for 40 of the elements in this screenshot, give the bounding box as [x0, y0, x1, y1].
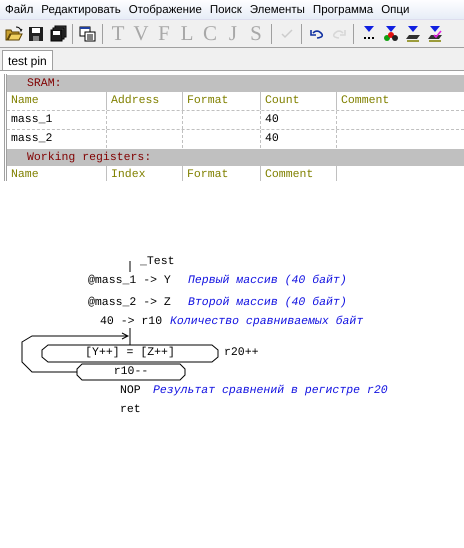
code-line: ret — [120, 403, 141, 417]
code-line: 40 -> r10 — [100, 315, 162, 329]
triangle-balls-icon — [382, 24, 400, 42]
document-tab[interactable]: test pin — [2, 50, 53, 70]
column-header: Count — [261, 92, 337, 110]
table-cell: 40 — [261, 111, 337, 129]
menu-item[interactable]: Программа — [308, 4, 378, 16]
section-header: SRAM: — [7, 74, 464, 92]
subroutine-label: _Test — [140, 255, 175, 269]
triangle-chip-check-icon — [426, 24, 444, 42]
code-line: @mass_2 -> Z — [88, 296, 171, 310]
menu-item[interactable]: Файл — [1, 4, 38, 16]
column-header: Address — [107, 92, 183, 110]
window-icon — [78, 24, 96, 42]
code-line: @mass_1 -> Y — [88, 274, 171, 288]
loop-counter-text: r10-- — [114, 365, 148, 379]
menu-item[interactable]: Отображение — [124, 4, 206, 16]
section-header: Working registers: — [7, 148, 464, 166]
code-comment: Результат сравнений в регистре r20 — [153, 384, 388, 398]
loop-body-text: [Y++] = [Z++] — [85, 346, 175, 360]
code-comment: Первый массив (40 байт) — [188, 274, 347, 288]
column-header: Format — [183, 92, 261, 110]
folder-icon — [4, 24, 22, 42]
column-header: Index — [107, 166, 183, 181]
column-header: Name — [7, 92, 107, 110]
code-line: NOP — [120, 384, 141, 398]
column-header: Name — [7, 166, 107, 181]
column-header: Format — [183, 166, 261, 181]
code-line: r20++ — [224, 346, 259, 360]
menu-item[interactable]: Опци — [377, 4, 414, 16]
menu-item[interactable]: Редактировать — [37, 4, 125, 16]
floppy-disks-icon — [48, 24, 66, 42]
menu-item[interactable]: Поиск — [206, 4, 246, 16]
menu-item[interactable]: Элементы — [246, 4, 309, 16]
column-header: Comment — [337, 92, 464, 110]
column-header: Comment — [261, 166, 337, 181]
code-comment: Количество сравниваемых байт — [170, 315, 364, 329]
triangle-chip-icon — [404, 24, 422, 42]
code-comment: Второй массив (40 байт) — [188, 296, 347, 310]
table-cell: mass_1 — [7, 111, 107, 129]
